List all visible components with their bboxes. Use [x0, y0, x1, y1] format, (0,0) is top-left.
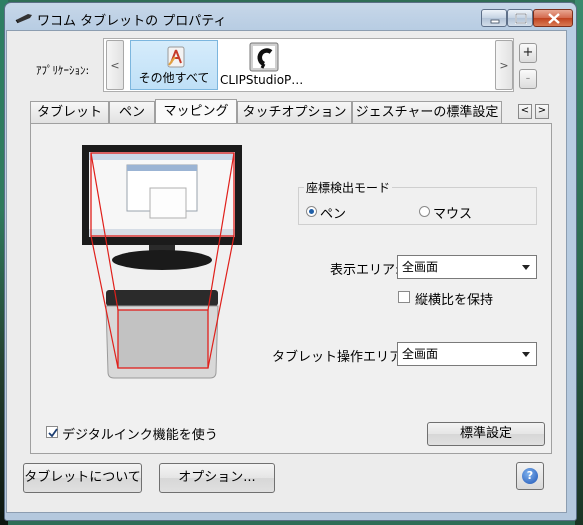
keep-aspect-checkbox[interactable]: [398, 291, 410, 303]
display-area-select[interactable]: 全画面: [397, 255, 537, 279]
coordinate-mode-title: 座標検出モード: [304, 179, 393, 196]
minimize-button[interactable]: [481, 9, 507, 27]
display-area-label: 表示エリア:: [330, 263, 400, 278]
tab-pen[interactable]: ペン: [109, 101, 155, 123]
pen-mode-label: ペン: [320, 207, 347, 222]
maximize-icon: [515, 13, 527, 24]
tab-touch-options[interactable]: タッチオプション: [237, 101, 352, 123]
help-icon: ?: [522, 468, 538, 484]
remove-application-button[interactable]: -: [519, 69, 537, 89]
display-area-value: 全画面: [402, 260, 439, 274]
app-item-clip-studio[interactable]: CLIPStudioP…: [220, 40, 312, 90]
mapping-illustration: [82, 145, 242, 379]
all-apps-icon: [167, 46, 185, 68]
tab-tablet[interactable]: タブレット: [30, 101, 109, 123]
application-list: < その他すべて CLIPStudioP… >: [103, 38, 514, 92]
digital-ink-label: デジタルインク機能を使う: [62, 428, 218, 443]
app-item-all-others[interactable]: その他すべて: [130, 40, 218, 90]
tab-mapping[interactable]: マッピング: [155, 99, 237, 124]
app-scroll-left-button[interactable]: <: [106, 40, 124, 90]
tablet-area-select[interactable]: 全画面: [397, 342, 537, 366]
chevron-down-icon: [522, 265, 530, 270]
options-button[interactable]: オプション...: [159, 463, 275, 493]
app-item-label: CLIPStudioP…: [220, 73, 304, 87]
default-settings-button[interactable]: 標準設定: [427, 422, 545, 446]
maximize-button[interactable]: [507, 9, 533, 27]
application-label: ｱﾌﾟﾘｹｰｼｮﾝ:: [36, 64, 90, 77]
about-tablet-button[interactable]: タブレットについて: [23, 463, 142, 493]
tablet-area-value: 全画面: [402, 347, 439, 361]
close-icon: [548, 13, 560, 24]
tab-gesture-defaults[interactable]: ジェスチャーの標準設定: [352, 101, 502, 123]
pen-mode-radio[interactable]: [306, 206, 317, 217]
mouse-mode-label: マウス: [433, 207, 473, 222]
app-item-label: その他すべて: [138, 71, 210, 85]
tablet-icon: [106, 290, 218, 306]
checkmark-icon: [48, 428, 58, 438]
digital-ink-checkbox[interactable]: [46, 426, 58, 438]
tab-scroll-left-button[interactable]: <: [518, 104, 532, 119]
wacom-pen-icon: [15, 14, 32, 24]
tab-scroll-right-button[interactable]: >: [535, 104, 549, 119]
window-title: ワコム タブレットの プロパティ: [37, 14, 227, 29]
title-bar[interactable]: ワコム タブレットの プロパティ: [5, 3, 576, 33]
keep-aspect-label: 縦横比を保持: [415, 293, 494, 308]
chevron-down-icon: [522, 352, 530, 357]
clip-studio-icon: [249, 42, 279, 72]
app-scroll-right-button[interactable]: >: [495, 40, 513, 90]
tablet-area-label: タブレット操作エリア:: [272, 350, 407, 365]
minimize-icon: [490, 19, 500, 24]
mouse-mode-radio[interactable]: [419, 206, 430, 217]
add-application-button[interactable]: +: [519, 43, 537, 63]
help-button[interactable]: ?: [516, 462, 544, 490]
close-button[interactable]: [533, 9, 573, 27]
